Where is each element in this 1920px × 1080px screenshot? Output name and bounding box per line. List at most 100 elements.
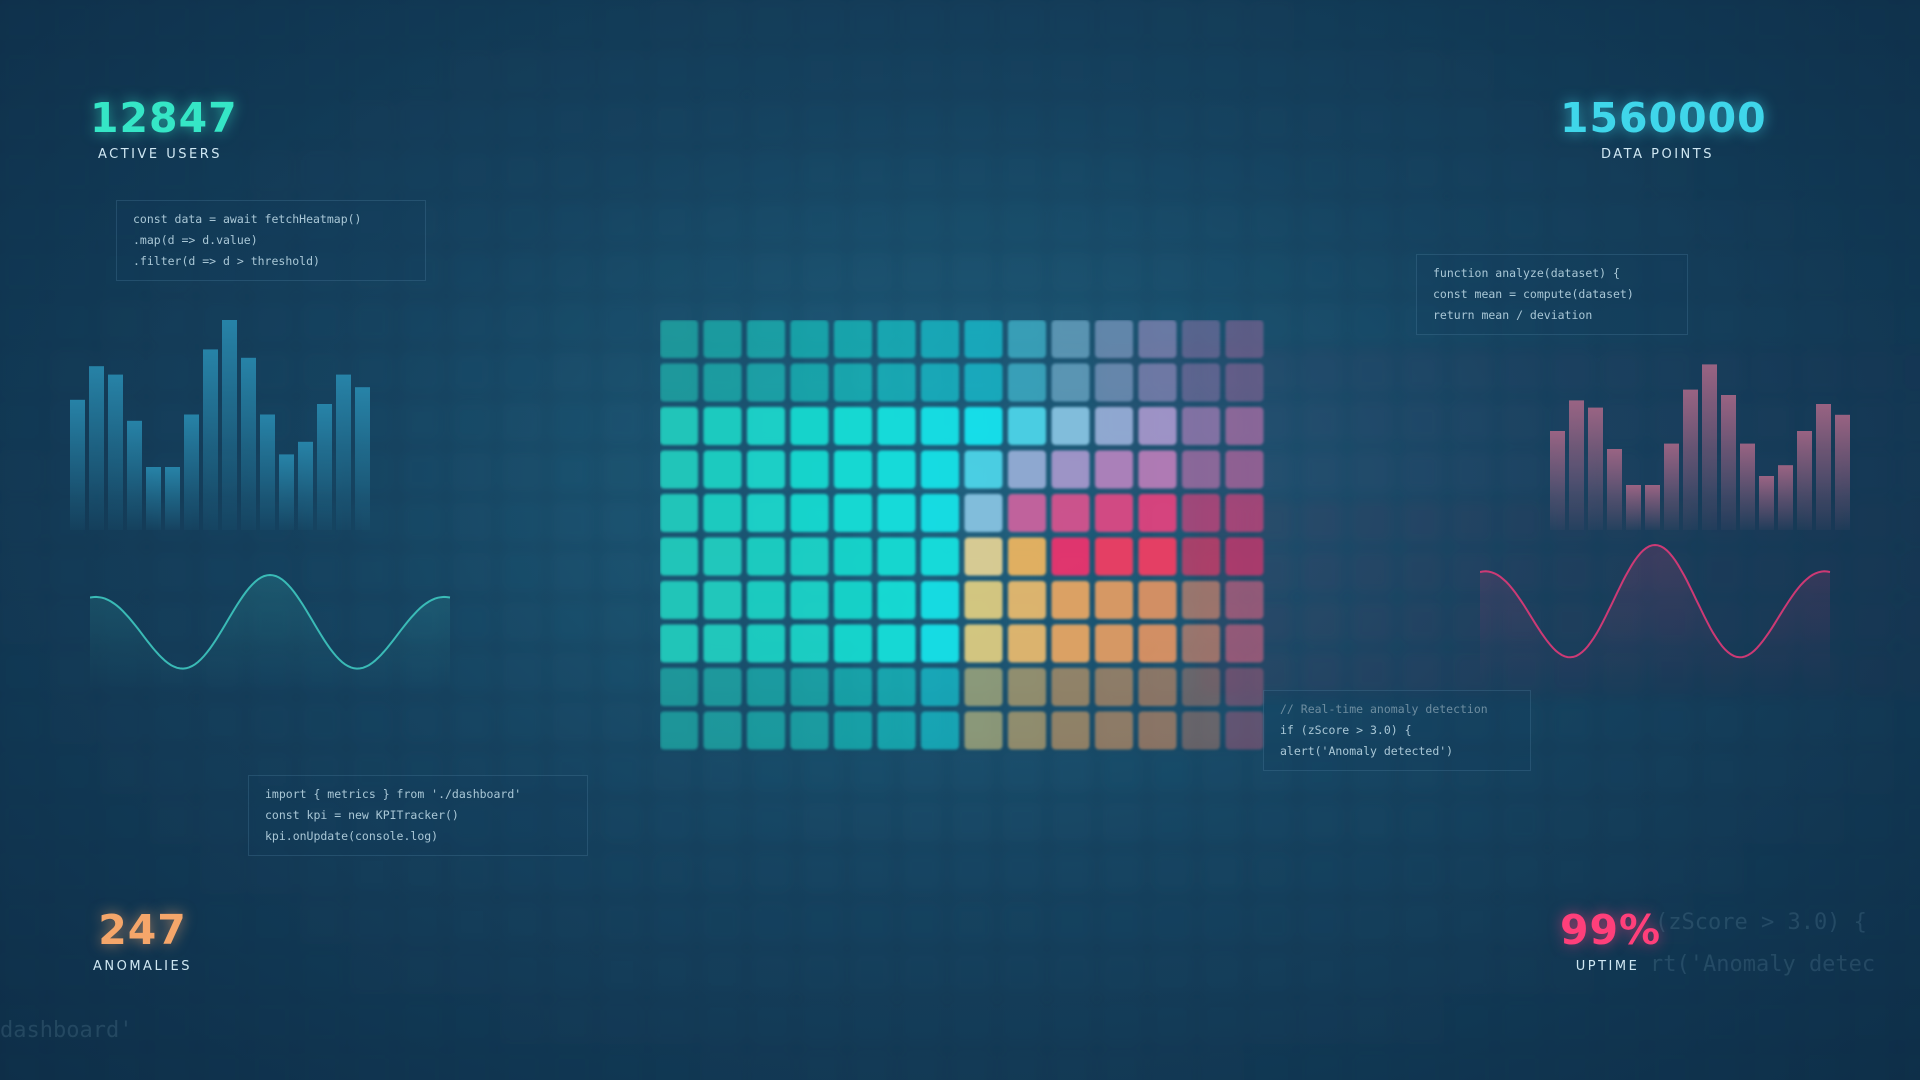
heatmap-cell	[834, 581, 872, 619]
background-tile	[1550, 1050, 1594, 1080]
background-tile	[450, 200, 494, 244]
heatmap-cell	[964, 624, 1003, 663]
bar	[1607, 449, 1622, 530]
background-tile	[1400, 950, 1444, 994]
background-tile	[1500, 950, 1544, 994]
background-tile	[550, 700, 594, 744]
background-tile	[650, 250, 694, 294]
heatmap-cell	[1182, 494, 1220, 532]
background-tile	[500, 1050, 544, 1080]
background-tile	[750, 800, 794, 844]
background-tile	[350, 0, 394, 44]
background-tile	[0, 100, 44, 144]
heatmap-cell	[964, 711, 1003, 750]
background-tile	[1900, 700, 1920, 744]
background-tile	[50, 1050, 94, 1080]
background-tile	[1700, 1050, 1744, 1080]
background-tile	[1450, 1050, 1494, 1080]
bar	[1721, 395, 1736, 530]
background-tile	[1650, 850, 1694, 894]
background-tile	[500, 250, 544, 294]
heatmap-cell	[1225, 581, 1264, 619]
heatmap-cell	[1095, 494, 1133, 532]
background-tile	[1050, 1050, 1094, 1080]
background-tile	[950, 0, 994, 44]
heatmap-cell	[921, 363, 959, 402]
heatmap-cell	[1225, 537, 1264, 576]
background-tile	[650, 850, 694, 894]
background-tile	[1450, 50, 1494, 94]
anomalies-value: 247	[98, 906, 187, 954]
data-points-value: 1560000	[1560, 94, 1767, 142]
background-tile	[1000, 200, 1044, 244]
background-tile	[400, 400, 444, 444]
background-tile	[700, 1000, 744, 1044]
background-tile	[800, 0, 844, 44]
background-tile	[600, 750, 644, 794]
background-tile	[1850, 150, 1894, 194]
background-tile	[1050, 200, 1094, 244]
background-tile	[550, 300, 594, 344]
background-tile	[450, 450, 494, 494]
heatmap-cell	[1182, 407, 1220, 445]
code-snippet-top-left: const data = await fetchHeatmap() .map(d …	[116, 200, 426, 281]
bar	[1797, 431, 1812, 530]
background-tile	[1900, 500, 1920, 544]
background-tile	[800, 150, 844, 194]
heatmap-cell	[747, 407, 785, 445]
background-tile	[1900, 750, 1920, 794]
heatmap-cell	[1225, 450, 1264, 489]
background-tile	[1150, 150, 1194, 194]
background-tile	[1050, 50, 1094, 94]
background-tile	[1050, 800, 1094, 844]
background-tile	[1150, 950, 1194, 994]
background-tile	[1300, 300, 1344, 344]
background-tile	[600, 850, 644, 894]
background-tile	[1400, 1050, 1444, 1080]
background-tile	[600, 200, 644, 244]
background-tile	[900, 50, 944, 94]
background-tile	[400, 0, 444, 44]
background-tile	[1650, 1000, 1694, 1044]
background-tile	[100, 750, 144, 794]
background-tile	[1400, 150, 1444, 194]
heatmap-cell	[703, 668, 742, 706]
background-tile	[1300, 850, 1344, 894]
heatmap-cell	[1182, 363, 1220, 402]
background-tile	[600, 800, 644, 844]
background-tile	[1850, 850, 1894, 894]
background-tile	[1900, 50, 1920, 94]
background-tile	[1100, 200, 1144, 244]
background-tile	[600, 50, 644, 94]
heatmap-cell	[1182, 668, 1220, 706]
background-tile	[600, 900, 644, 944]
background-tile	[1450, 950, 1494, 994]
background-tile	[800, 100, 844, 144]
background-tile	[1200, 900, 1244, 944]
background-tile	[1750, 1000, 1794, 1044]
background-tile	[1100, 0, 1144, 44]
heatmap-cell	[1051, 537, 1090, 576]
background-tile	[200, 50, 244, 94]
heatmap-cell	[921, 450, 959, 489]
background-tile	[250, 150, 294, 194]
heatmap-cell	[1051, 494, 1090, 532]
background-tile	[1600, 850, 1644, 894]
heatmap-cell	[703, 711, 742, 750]
background-tile	[1550, 750, 1594, 794]
background-tile	[400, 300, 444, 344]
background-tile	[1700, 200, 1744, 244]
background-tile	[1850, 800, 1894, 844]
heatmap-cell	[964, 363, 1003, 402]
background-tile	[1450, 450, 1494, 494]
background-tile	[750, 950, 794, 994]
background-tile	[150, 850, 194, 894]
background-tile	[1150, 1050, 1194, 1080]
background-tile	[1100, 850, 1144, 894]
background-tile	[850, 900, 894, 944]
background-tile	[1400, 1000, 1444, 1044]
background-tile	[1300, 600, 1344, 644]
code-line: const kpi = new KPITracker()	[265, 808, 459, 822]
background-tile	[1700, 0, 1744, 44]
heatmap-cell	[703, 624, 742, 663]
